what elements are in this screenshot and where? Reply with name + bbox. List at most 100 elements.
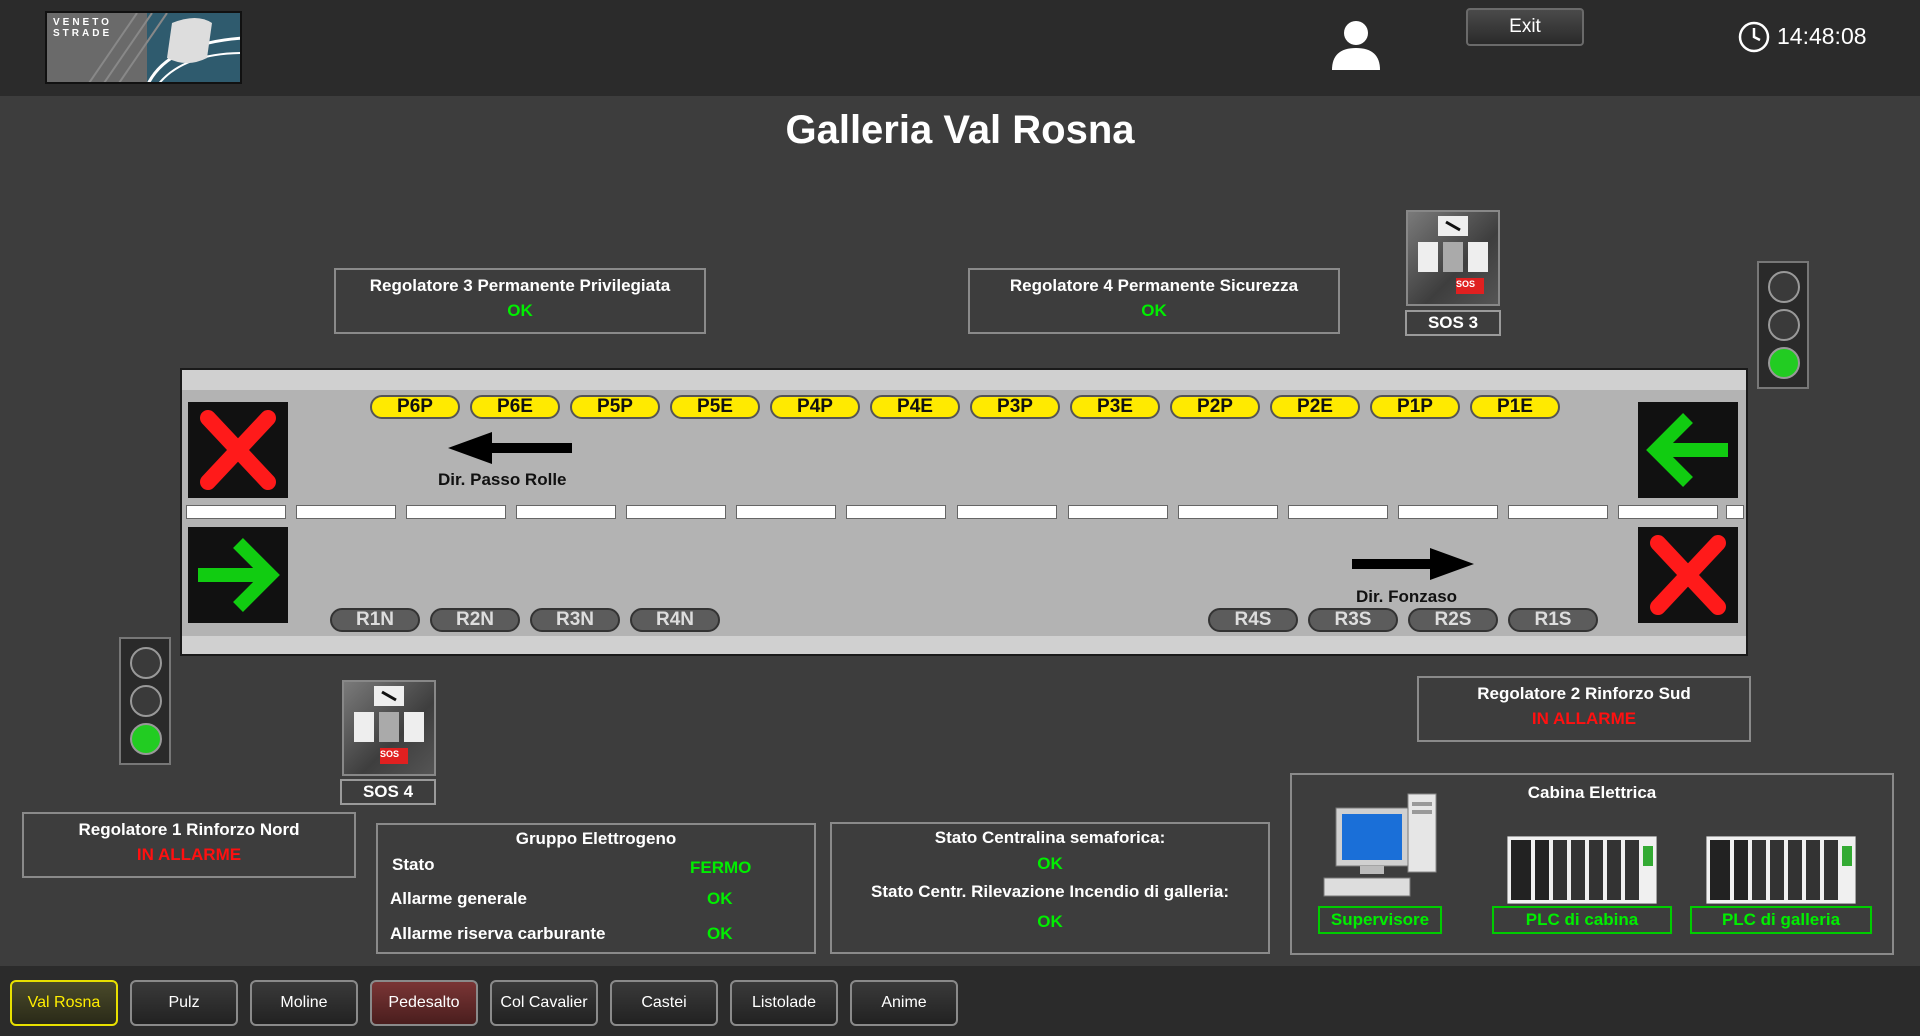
plc-galleria-button[interactable]: PLC di galleria — [1690, 906, 1872, 934]
traffic-light-left — [119, 637, 171, 765]
lane-mark — [186, 505, 286, 519]
red-x-icon — [200, 410, 276, 490]
traffic-lamp-green — [130, 723, 162, 755]
regolatore-1-status: IN ALLARME — [136, 845, 242, 864]
pill-p2e[interactable]: P2E — [1270, 395, 1360, 419]
nav-moline[interactable]: Moline — [250, 980, 358, 1026]
pill-p5p[interactable]: P5P — [570, 395, 660, 419]
direction-passo-rolle: Dir. Passo Rolle — [438, 470, 567, 489]
lane-mark — [516, 505, 616, 519]
plc-cabina-button[interactable]: PLC di cabina — [1492, 906, 1672, 934]
pill-p6p[interactable]: P6P — [370, 395, 460, 419]
centralina-incendio-label: Stato Centr. Rilevazione Incendio di gal… — [870, 882, 1230, 901]
regolatore-2-status: IN ALLARME — [1531, 709, 1637, 728]
pill-p3p[interactable]: P3P — [970, 395, 1060, 419]
centralina-panel: Stato Centralina semaforica: OK Stato Ce… — [830, 822, 1270, 954]
pill-p6e[interactable]: P6E — [470, 395, 560, 419]
regolatore-1-box: Regolatore 1 Rinforzo Nord IN ALLARME — [22, 812, 356, 878]
lane-mark — [626, 505, 726, 519]
lane-mark — [1068, 505, 1168, 519]
pill-p1p[interactable]: P1P — [1370, 395, 1460, 419]
pill-r3n[interactable]: R3N — [530, 608, 620, 632]
veneto-strade-logo: VENETO STRADE — [45, 11, 242, 84]
pill-r4s[interactable]: R4S — [1208, 608, 1298, 632]
sos-4-badge: SOS — [380, 749, 400, 759]
tunnel-bottom-wall — [182, 636, 1746, 654]
pill-p5e[interactable]: P5E — [670, 395, 760, 419]
lane-mark — [406, 505, 506, 519]
pill-r2s[interactable]: R2S — [1408, 608, 1498, 632]
nav-castei[interactable]: Castei — [610, 980, 718, 1026]
regolatore-4-status: OK — [1141, 301, 1167, 320]
nav-listolade[interactable]: Listolade — [730, 980, 838, 1026]
sos-phone-icon — [354, 686, 424, 764]
lane-signal-top-left[interactable] — [188, 402, 288, 498]
generator-title: Gruppo Elettrogeno — [515, 829, 677, 848]
pill-p4e[interactable]: P4E — [870, 395, 960, 419]
traffic-lamp-red — [1768, 271, 1800, 303]
lane-signal-bottom-left[interactable] — [188, 527, 288, 623]
lane-signal-top-right[interactable] — [1638, 402, 1738, 498]
clock-time: 14:48:08 — [1777, 23, 1867, 49]
arrow-left-icon — [448, 432, 572, 464]
pill-r1s[interactable]: R1S — [1508, 608, 1598, 632]
pill-r3s[interactable]: R3S — [1308, 608, 1398, 632]
sos-3-badge: SOS — [1456, 279, 1476, 289]
computer-icon[interactable] — [1320, 792, 1440, 902]
generator-allarme-generale-value: OK — [707, 889, 733, 908]
exit-button[interactable]: Exit — [1466, 8, 1584, 46]
regolatore-3-label: Regolatore 3 Permanente Privilegiata — [369, 276, 671, 295]
regolatore-2-box: Regolatore 2 Rinforzo Sud IN ALLARME — [1417, 676, 1751, 742]
lane-mark — [1178, 505, 1278, 519]
regolatore-3-box: Regolatore 3 Permanente Privilegiata OK — [334, 268, 706, 334]
regolatore-4-label: Regolatore 4 Permanente Sicurezza — [1009, 276, 1299, 295]
pill-p1e[interactable]: P1E — [1470, 395, 1560, 419]
generator-riserva-value: OK — [707, 924, 733, 943]
nav-col-cavalier[interactable]: Col Cavalier — [490, 980, 598, 1026]
clock-icon — [1738, 21, 1770, 53]
pill-p2p[interactable]: P2P — [1170, 395, 1260, 419]
generator-riserva-label: Allarme riserva carburante — [390, 924, 606, 943]
nav-val-rosna[interactable]: Val Rosna — [10, 980, 118, 1026]
arrow-right-icon — [1352, 548, 1474, 580]
sos-3-label[interactable]: SOS 3 — [1405, 310, 1501, 336]
plc-cabina-icon[interactable] — [1507, 836, 1657, 904]
regolatore-2-label: Regolatore 2 Rinforzo Sud — [1477, 684, 1691, 703]
generator-allarme-generale-label: Allarme generale — [390, 889, 528, 908]
lane-mark — [1618, 505, 1718, 519]
traffic-lamp-green — [1768, 347, 1800, 379]
traffic-lamp-yellow — [130, 685, 162, 717]
header-bar — [0, 0, 1920, 96]
pill-r1n[interactable]: R1N — [330, 608, 420, 632]
green-arrow-left-icon — [1646, 413, 1728, 487]
centralina-semaforica-value: OK — [1037, 854, 1063, 873]
lane-mark — [736, 505, 836, 519]
lane-mark — [1726, 505, 1744, 519]
lane-mark — [1398, 505, 1498, 519]
centralina-semaforica-label: Stato Centralina semaforica: — [934, 828, 1166, 847]
pill-p4p[interactable]: P4P — [770, 395, 860, 419]
regolatore-3-status: OK — [507, 301, 533, 320]
regolatore-1-label: Regolatore 1 Rinforzo Nord — [78, 820, 300, 839]
pill-p3e[interactable]: P3E — [1070, 395, 1160, 419]
sos-4-label[interactable]: SOS 4 — [340, 779, 436, 805]
nav-pedesalto[interactable]: Pedesalto — [370, 980, 478, 1026]
sos-3-image[interactable] — [1406, 210, 1500, 306]
sos-4-image[interactable] — [342, 680, 436, 776]
lane-mark — [1288, 505, 1388, 519]
logo-text: VENETO STRADE — [53, 17, 113, 39]
green-arrow-right-icon — [198, 538, 280, 612]
user-icon[interactable] — [1330, 18, 1382, 70]
pill-r2n[interactable]: R2N — [430, 608, 520, 632]
lane-mark — [957, 505, 1057, 519]
traffic-lamp-yellow — [1768, 309, 1800, 341]
nav-anime[interactable]: Anime — [850, 980, 958, 1026]
lane-signal-bottom-right[interactable] — [1638, 527, 1738, 623]
lane-mark — [296, 505, 396, 519]
plc-galleria-icon[interactable] — [1706, 836, 1856, 904]
pill-r4n[interactable]: R4N — [630, 608, 720, 632]
supervisore-button[interactable]: Supervisore — [1318, 906, 1442, 934]
nav-pulz[interactable]: Pulz — [130, 980, 238, 1026]
generator-stato-label: Stato — [392, 855, 435, 874]
lane-mark — [1508, 505, 1608, 519]
